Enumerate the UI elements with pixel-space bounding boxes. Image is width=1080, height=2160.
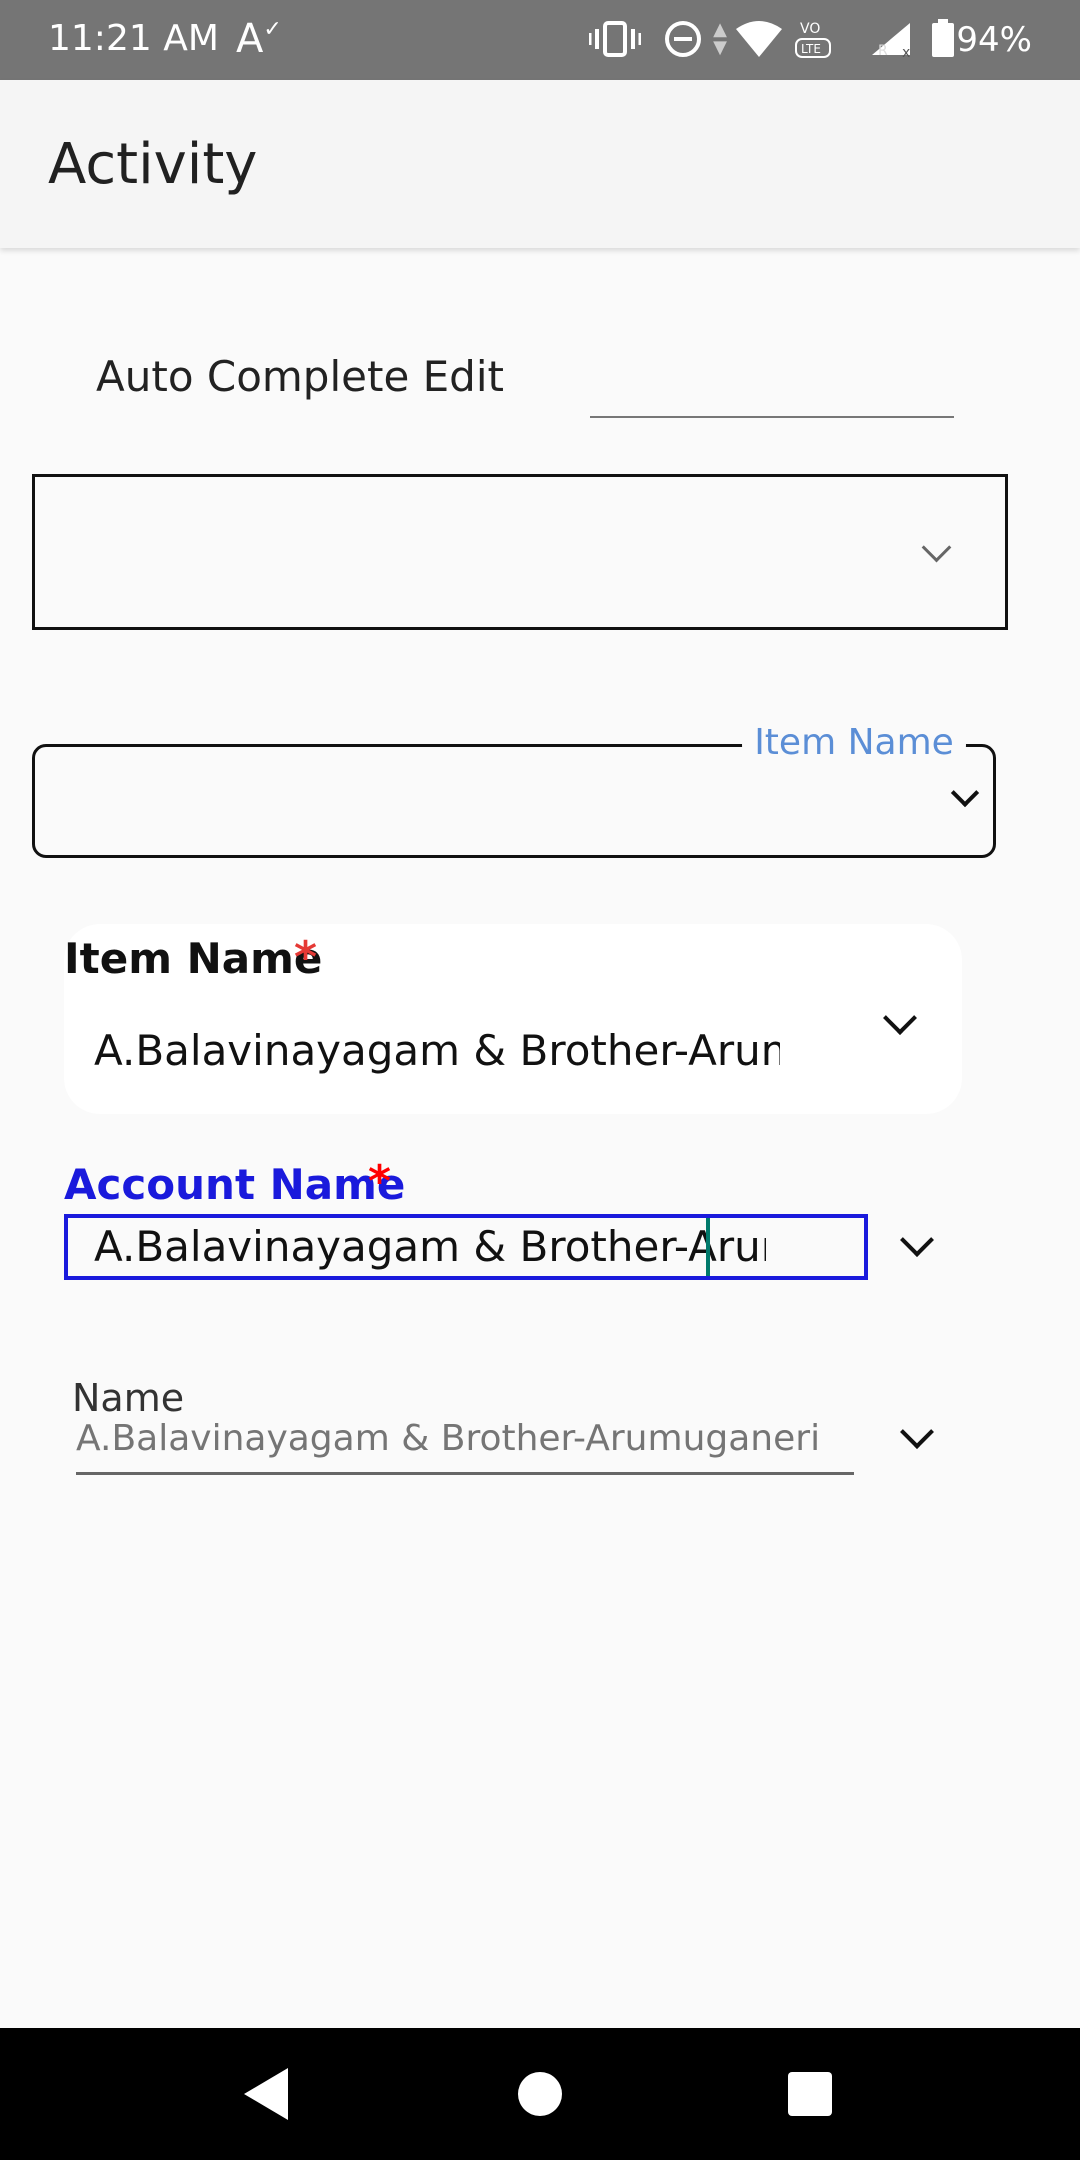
text-cursor	[706, 1218, 710, 1276]
page-title: Activity	[48, 132, 258, 197]
battery-icon	[930, 14, 956, 64]
svg-text:VO: VO	[800, 21, 820, 37]
chevron-down-icon[interactable]	[900, 1223, 934, 1257]
font-accessibility-icon: A ✓	[236, 16, 282, 62]
screen: 11:21 AM A ✓ ▲ ▼ VO LTE Rx 94% Activity Aut…	[0, 0, 1080, 2160]
floating-label: Item Name	[754, 722, 954, 763]
app-bar: Activity	[0, 80, 1080, 248]
data-arrows-icon: ▲ ▼	[713, 19, 727, 58]
wifi-icon	[734, 14, 784, 64]
battery-percent: 94%	[956, 20, 1032, 60]
account-name-label: Account Name	[64, 1160, 406, 1209]
account-name-value[interactable]: A.Balavinayagam & Brother-Arumu	[94, 1222, 766, 1271]
svg-text:x: x	[902, 45, 910, 59]
item-name-value[interactable]: A.Balavinayagam & Brother-Arumug	[94, 1026, 780, 1075]
autocomplete-input[interactable]	[590, 344, 954, 418]
item-name-label: Item Name	[64, 934, 323, 983]
item-name-required-star: *	[294, 932, 318, 983]
volte-icon: VO LTE	[794, 14, 834, 64]
status-time: 11:21 AM	[48, 18, 219, 59]
svg-text:LTE: LTE	[801, 42, 821, 56]
chevron-down-icon[interactable]	[900, 1415, 934, 1449]
account-name-required-star: *	[368, 1156, 392, 1207]
name-value[interactable]: A.Balavinayagam & Brother-Arumuganeri	[76, 1418, 856, 1459]
vibrate-icon	[588, 14, 642, 64]
home-icon[interactable]	[518, 2072, 562, 2116]
back-icon[interactable]	[244, 2068, 288, 2120]
status-bar: 11:21 AM A ✓ ▲ ▼ VO LTE Rx 94%	[0, 0, 1080, 80]
recents-icon[interactable]	[788, 2072, 832, 2116]
chevron-down-icon	[950, 778, 980, 808]
box-dropdown[interactable]	[32, 474, 1008, 630]
name-label: Name	[72, 1376, 185, 1420]
dnd-icon	[662, 14, 704, 64]
autocomplete-label: Auto Complete Edit	[96, 352, 504, 401]
svg-text:R: R	[878, 43, 888, 59]
name-underline	[76, 1472, 854, 1475]
signal-icon: Rx	[852, 14, 924, 64]
chevron-down-icon	[921, 532, 952, 563]
